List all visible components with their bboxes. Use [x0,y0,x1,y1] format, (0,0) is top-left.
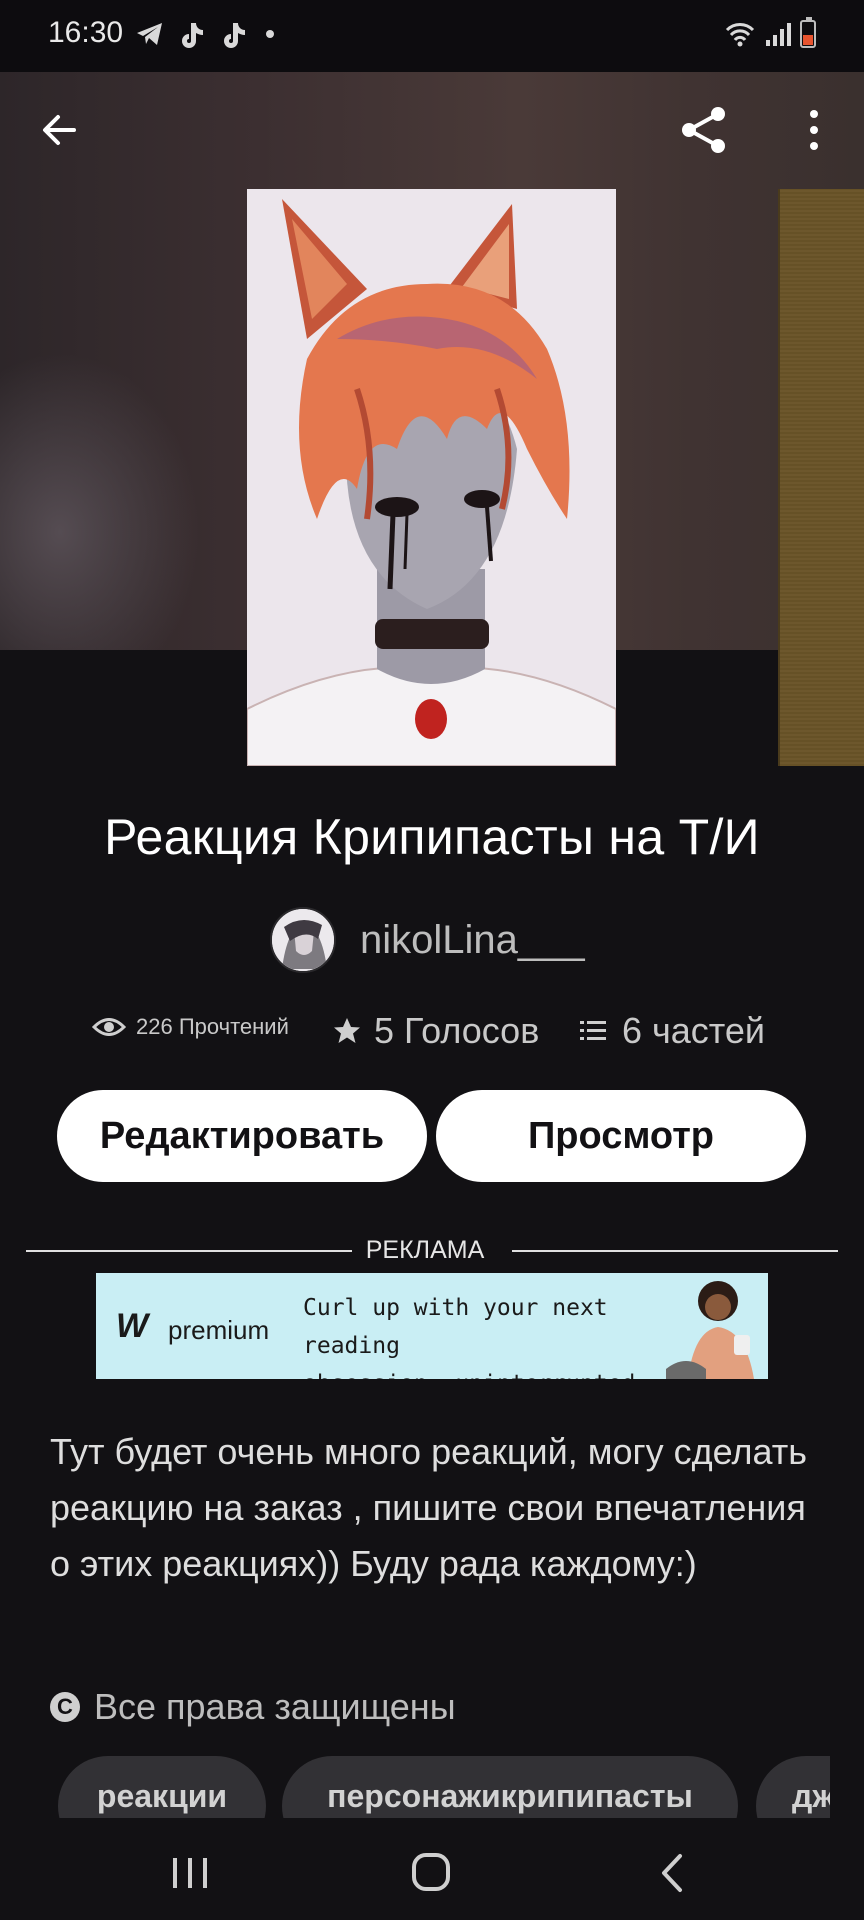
avatar[interactable] [270,907,336,973]
author-name[interactable]: nikolLina___ [360,918,585,963]
ad-line-2: obsession, uninterrupted. [303,1365,703,1379]
wattpad-logo: W [116,1307,149,1345]
ad-divider-left [26,1250,352,1252]
author-row[interactable]: nikolLina___ [270,905,585,975]
more-vertical-icon[interactable] [784,100,844,160]
story-title: Реакция Крипипасты на Т/И [104,809,760,865]
telegram-icon [137,23,162,45]
notification-dot-icon [266,30,274,38]
votes-stat: 5 Голосов [332,1010,539,1052]
wifi-icon [725,23,755,47]
recent-apps-icon[interactable] [160,1848,220,1898]
tiktok-icon [182,23,203,48]
arrow-left-icon[interactable] [30,100,90,160]
status-time: 16:30 [48,16,124,49]
tag-list: реакции персонажикрипипасты дж [0,1756,830,1818]
edit-button[interactable]: Редактировать [57,1090,427,1182]
eye-icon [92,1018,126,1036]
story-cover[interactable] [247,189,616,766]
copyright-text: Все права защищены [94,1686,456,1727]
ad-copy: Curl up with your next reading obsession… [303,1289,703,1379]
cover-illustration [247,189,616,766]
back-icon[interactable] [644,1848,704,1898]
star-icon [334,1018,360,1043]
ad-divider-right [512,1250,838,1252]
tag-chip[interactable]: персонажикрипипасты [282,1756,738,1818]
next-cover-peek[interactable] [778,189,864,766]
ad-banner[interactable]: W premium Curl up with your next reading… [96,1273,768,1379]
tag-chip[interactable]: реакции [58,1756,266,1818]
reads-stat: 226 Прочтений [92,1012,289,1042]
status-bar: 16:30 [0,0,864,72]
reads-count: 226 Прочтений [136,1014,289,1039]
ad-brand-word: premium [168,1315,270,1345]
story-stats: 226 Прочтений 5 Голосов 6 частей [0,1010,864,1058]
share-icon[interactable] [674,100,734,160]
home-icon[interactable] [402,1848,462,1898]
preview-button[interactable]: Просмотр [436,1090,806,1182]
copyright-row: C Все права защищены [50,1686,456,1728]
votes-count: 5 Голосов [374,1010,540,1051]
ad-line-1: Curl up with your next reading [303,1295,608,1359]
copyright-icon: C [50,1692,80,1722]
list-icon [580,1021,606,1040]
tag-chip[interactable]: дж [756,1756,830,1818]
tiktok-icon [224,23,245,48]
ad-label: РЕКЛАМА [365,1236,485,1264]
ad-person-image [666,1273,768,1379]
parts-count[interactable]: 6 частей [622,1010,765,1052]
story-description: Тут будет очень много реакций, могу сдел… [50,1431,807,1584]
signal-icon [766,23,791,46]
battery-low-icon [800,17,816,48]
parts-stat[interactable]: 6 частей [578,1010,765,1052]
system-nav-bar [0,1818,864,1920]
